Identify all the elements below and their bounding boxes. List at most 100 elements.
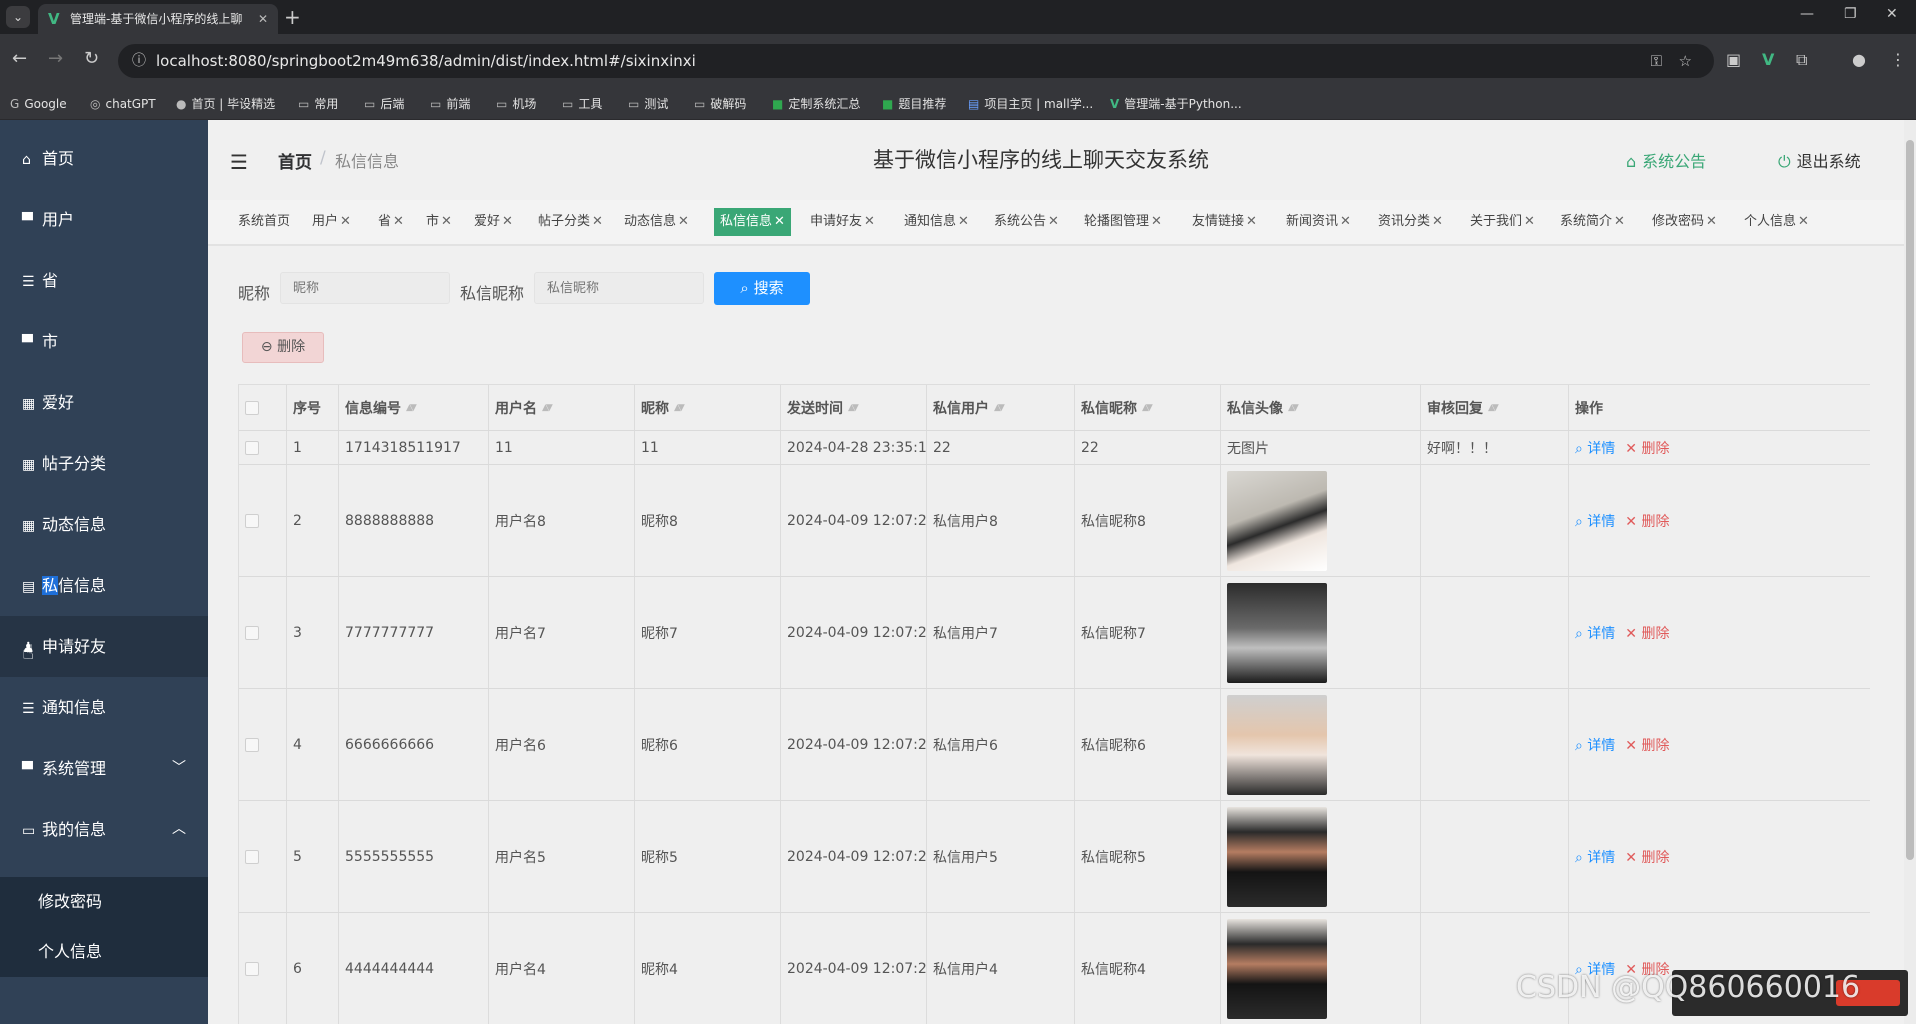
search-button[interactable]: ⌕ 搜索	[714, 272, 810, 305]
tag-item[interactable]: 系统首页	[232, 208, 296, 236]
row-delete-button[interactable]: ✕ 删除	[1625, 438, 1669, 458]
tag-item[interactable]: 轮播图管理 ✕	[1078, 208, 1168, 236]
sidebar-item[interactable]: ▦ 帖子分类	[0, 433, 208, 494]
tag-close-icon[interactable]: ✕	[502, 214, 513, 229]
bookmark-folder[interactable]: ▭ 机场	[496, 88, 536, 120]
sidebar-item[interactable]: ☰ 省	[0, 250, 208, 311]
tag-close-icon[interactable]: ✕	[592, 214, 603, 229]
sidebar-item[interactable]: ▦ 爱好	[0, 372, 208, 433]
tag-item[interactable]: 用户 ✕	[306, 208, 357, 236]
row-delete-button[interactable]: ✕ 删除	[1625, 623, 1669, 643]
bookmark-item[interactable]: ◎ chatGPT	[90, 88, 156, 120]
avatar[interactable]	[1227, 806, 1327, 907]
column-header[interactable]: 信息编号 ▲▼	[339, 385, 489, 430]
restore-icon[interactable]: ❐	[1844, 6, 1857, 22]
site-info-icon[interactable]: ⓘ	[132, 44, 146, 78]
tag-item[interactable]: 系统简介 ✕	[1554, 208, 1631, 236]
extension-icon[interactable]: ▣	[1726, 50, 1741, 69]
tag-item[interactable]: 帖子分类 ✕	[532, 208, 609, 236]
tag-close-icon[interactable]: ✕	[1432, 214, 1443, 229]
sidebar-item[interactable]: ▭ 我的信息 ︿	[0, 799, 208, 860]
tab-close-icon[interactable]: ✕	[258, 4, 268, 34]
tag-close-icon[interactable]: ✕	[441, 214, 452, 229]
row-checkbox[interactable]	[245, 625, 259, 640]
bookmark-star-icon[interactable]: ☆	[1679, 44, 1692, 78]
new-tab-icon[interactable]: +	[284, 4, 301, 30]
tag-close-icon[interactable]: ✕	[1340, 214, 1351, 229]
sidebar-sub-item[interactable]: 个人信息	[0, 927, 208, 977]
key-icon[interactable]: ⚿	[1651, 44, 1662, 78]
column-header[interactable]: 审核回复 ▲▼	[1421, 385, 1569, 430]
sidebar-sub-item[interactable]: 修改密码	[0, 877, 208, 927]
bookmark-item[interactable]: G Google	[10, 88, 67, 120]
tag-close-icon[interactable]: ✕	[1798, 214, 1809, 229]
tag-close-icon[interactable]: ✕	[1524, 214, 1535, 229]
row-delete-button[interactable]: ✕ 删除	[1625, 847, 1669, 867]
sort-icon[interactable]: ▲▼	[406, 403, 417, 413]
avatar[interactable]	[1227, 694, 1327, 795]
tag-close-icon[interactable]: ✕	[864, 214, 875, 229]
sort-icon[interactable]: ▲▼	[994, 403, 1005, 413]
bookmark-item[interactable]: ▤ 项目主页 | mall学...	[968, 88, 1093, 120]
column-header[interactable]: 私信用户 ▲▼	[927, 385, 1075, 430]
sidebar-item[interactable]: ▀ 用户	[0, 189, 208, 250]
bookmark-folder[interactable]: ▭ 测试	[628, 88, 668, 120]
tag-close-icon[interactable]: ✕	[1706, 214, 1717, 229]
nickname-input[interactable]	[280, 272, 450, 304]
vue-devtools-icon[interactable]: V	[1762, 50, 1774, 69]
tag-item[interactable]: 申请好友 ✕	[804, 208, 881, 236]
url-field[interactable]: ⓘ localhost:8080/springboot2m49m638/admi…	[118, 44, 1714, 78]
bookmark-folder[interactable]: ▭ 前端	[430, 88, 470, 120]
bookmark-folder[interactable]: ▭ 常用	[298, 88, 338, 120]
tag-close-icon[interactable]: ✕	[393, 214, 404, 229]
sort-icon[interactable]: ▲▼	[1142, 403, 1153, 413]
bookmark-item[interactable]: ● 首页 | 毕设精选	[176, 88, 275, 120]
forward-icon[interactable]: →	[48, 48, 63, 69]
window-close-icon[interactable]: ✕	[1886, 6, 1898, 22]
avatar[interactable]	[1227, 582, 1327, 683]
dm-nickname-input[interactable]	[534, 272, 704, 304]
detail-button[interactable]: ⌕ 详情	[1575, 438, 1615, 458]
row-checkbox[interactable]	[245, 440, 259, 455]
column-header[interactable]: 用户名 ▲▼	[489, 385, 635, 430]
row-checkbox[interactable]	[245, 513, 259, 528]
tag-item[interactable]: 个人信息 ✕	[1738, 208, 1815, 236]
bookmark-item[interactable]: ■ 定制系统汇总	[772, 88, 860, 120]
column-header[interactable]: 私信头像 ▲▼	[1221, 385, 1421, 430]
column-header[interactable]: 发送时间 ▲▼	[781, 385, 927, 430]
detail-button[interactable]: ⌕ 详情	[1575, 511, 1615, 531]
tag-close-icon[interactable]: ✕	[340, 214, 351, 229]
tag-close-icon[interactable]: ✕	[1048, 214, 1059, 229]
tag-item[interactable]: 私信信息 ✕	[714, 208, 791, 236]
row-checkbox[interactable]	[245, 849, 259, 864]
avatar[interactable]	[1227, 470, 1327, 571]
tag-close-icon[interactable]: ✕	[678, 214, 689, 229]
tag-close-icon[interactable]: ✕	[774, 214, 785, 229]
tag-item[interactable]: 市 ✕	[420, 208, 458, 236]
scrollbar-thumb[interactable]	[1906, 140, 1914, 860]
bookmark-item[interactable]: ■ 题目推荐	[882, 88, 946, 120]
select-all-checkbox[interactable]	[245, 400, 259, 415]
row-delete-button[interactable]: ✕ 删除	[1625, 511, 1669, 531]
sort-icon[interactable]: ▲▼	[542, 403, 553, 413]
sidebar-item[interactable]: ▦ 动态信息	[0, 494, 208, 555]
tag-item[interactable]: 修改密码 ✕	[1646, 208, 1723, 236]
detail-button[interactable]: ⌕ 详情	[1575, 847, 1615, 867]
tag-item[interactable]: 省 ✕	[372, 208, 410, 236]
column-header[interactable]: 昵称 ▲▼	[635, 385, 781, 430]
sidebar-item[interactable]: ▀ 市	[0, 311, 208, 372]
tag-close-icon[interactable]: ✕	[1151, 214, 1162, 229]
back-icon[interactable]: ←	[12, 48, 27, 69]
sort-icon[interactable]: ▲▼	[1488, 403, 1499, 413]
profile-avatar-icon[interactable]: ●	[1852, 50, 1866, 69]
sidebar-item[interactable]: ☰ 通知信息	[0, 677, 208, 738]
sort-icon[interactable]: ▲▼	[848, 403, 859, 413]
row-checkbox[interactable]	[245, 961, 259, 976]
more-menu-icon[interactable]: ⋮	[1890, 50, 1906, 69]
row-delete-button[interactable]: ✕ 删除	[1625, 735, 1669, 755]
tag-item[interactable]: 动态信息 ✕	[618, 208, 695, 236]
bookmark-item[interactable]: V 管理端-基于Python...	[1110, 88, 1242, 120]
batch-delete-button[interactable]: ⊖ 删除	[242, 332, 324, 363]
sort-icon[interactable]: ▲▼	[1288, 403, 1299, 413]
detail-button[interactable]: ⌕ 详情	[1575, 623, 1615, 643]
